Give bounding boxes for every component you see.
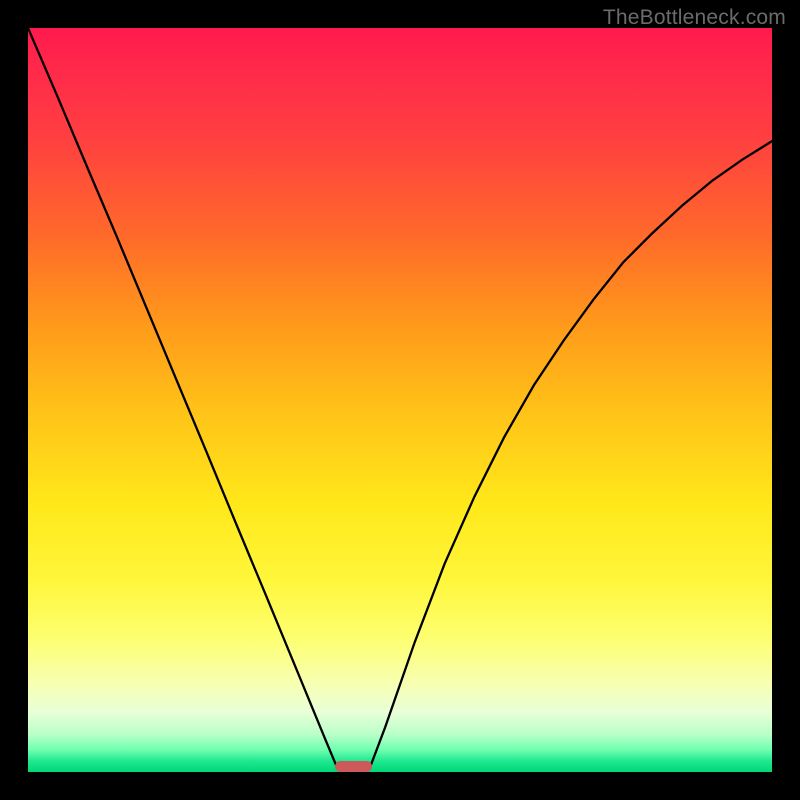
plot-area	[28, 28, 772, 772]
curve-layer	[28, 28, 772, 772]
bottleneck-marker	[335, 761, 372, 772]
curve-left-branch	[28, 28, 337, 767]
curve-right-branch	[370, 141, 772, 767]
chart-frame: TheBottleneck.com	[0, 0, 800, 800]
watermark-text: TheBottleneck.com	[603, 6, 786, 30]
